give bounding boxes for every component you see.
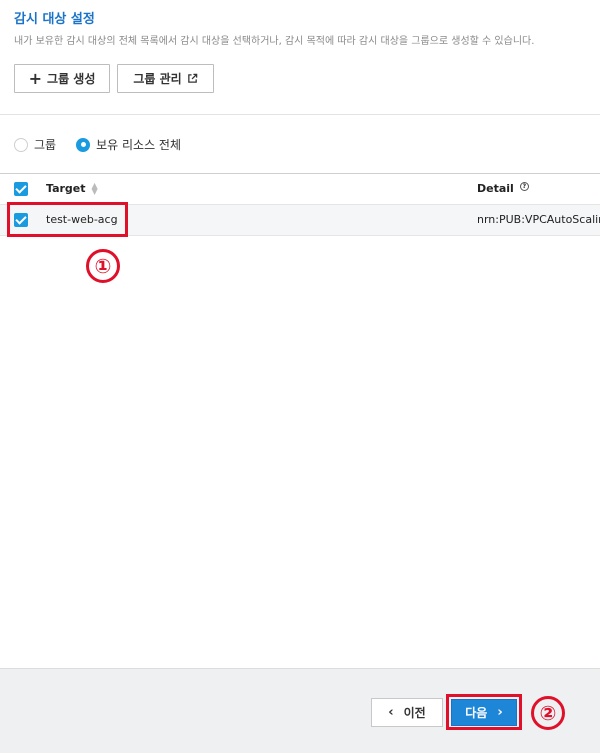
section-description: 내가 보유한 감시 대상의 전체 목록에서 감시 대상을 선택하거나, 감시 목… (14, 36, 535, 47)
sort-icon[interactable]: ▲ ▼ (92, 182, 98, 195)
highlight-box-next (446, 694, 522, 730)
create-group-button[interactable]: + 그룹 생성 (14, 64, 110, 93)
table-header: Target ▲ ▼ Detail ? (0, 174, 600, 204)
radio-label-all-resources: 보유 리소스 전체 (96, 138, 182, 152)
divider (0, 114, 600, 115)
external-link-icon (187, 73, 197, 83)
column-header-detail: Detail ? (477, 182, 529, 195)
step-marker-1: ① (86, 249, 120, 283)
manage-group-label: 그룹 관리 (133, 72, 182, 86)
radio-label-group: 그룹 (34, 138, 57, 152)
column-header-target[interactable]: Target ▲ ▼ (46, 182, 98, 195)
section-title: 감시 대상 설정 (14, 12, 95, 27)
manage-group-button[interactable]: 그룹 관리 (117, 64, 214, 93)
chevron-left-icon: ‹ (388, 705, 394, 720)
select-all-checkbox[interactable] (14, 182, 28, 196)
highlight-box-row (7, 202, 128, 237)
prev-button[interactable]: ‹ 이전 (371, 698, 443, 727)
create-group-label: 그룹 생성 (47, 72, 96, 86)
radio-option-group[interactable]: 그룹 (14, 136, 56, 153)
help-icon[interactable]: ? (519, 182, 529, 191)
cell-detail: nrn:PUB:VPCAutoScaling (477, 213, 600, 226)
column-label-detail: Detail (477, 182, 514, 195)
view-mode-radio-group: 그룹 보유 리소스 전체 (14, 136, 201, 153)
radio-option-all-resources[interactable]: 보유 리소스 전체 (76, 136, 181, 153)
prev-label: 이전 (403, 706, 426, 720)
step-marker-2: ② (531, 696, 565, 730)
plus-icon: + (28, 68, 43, 88)
radio-unchecked-icon (14, 137, 28, 152)
radio-checked-icon (76, 137, 91, 152)
column-label-target: Target (46, 182, 86, 195)
